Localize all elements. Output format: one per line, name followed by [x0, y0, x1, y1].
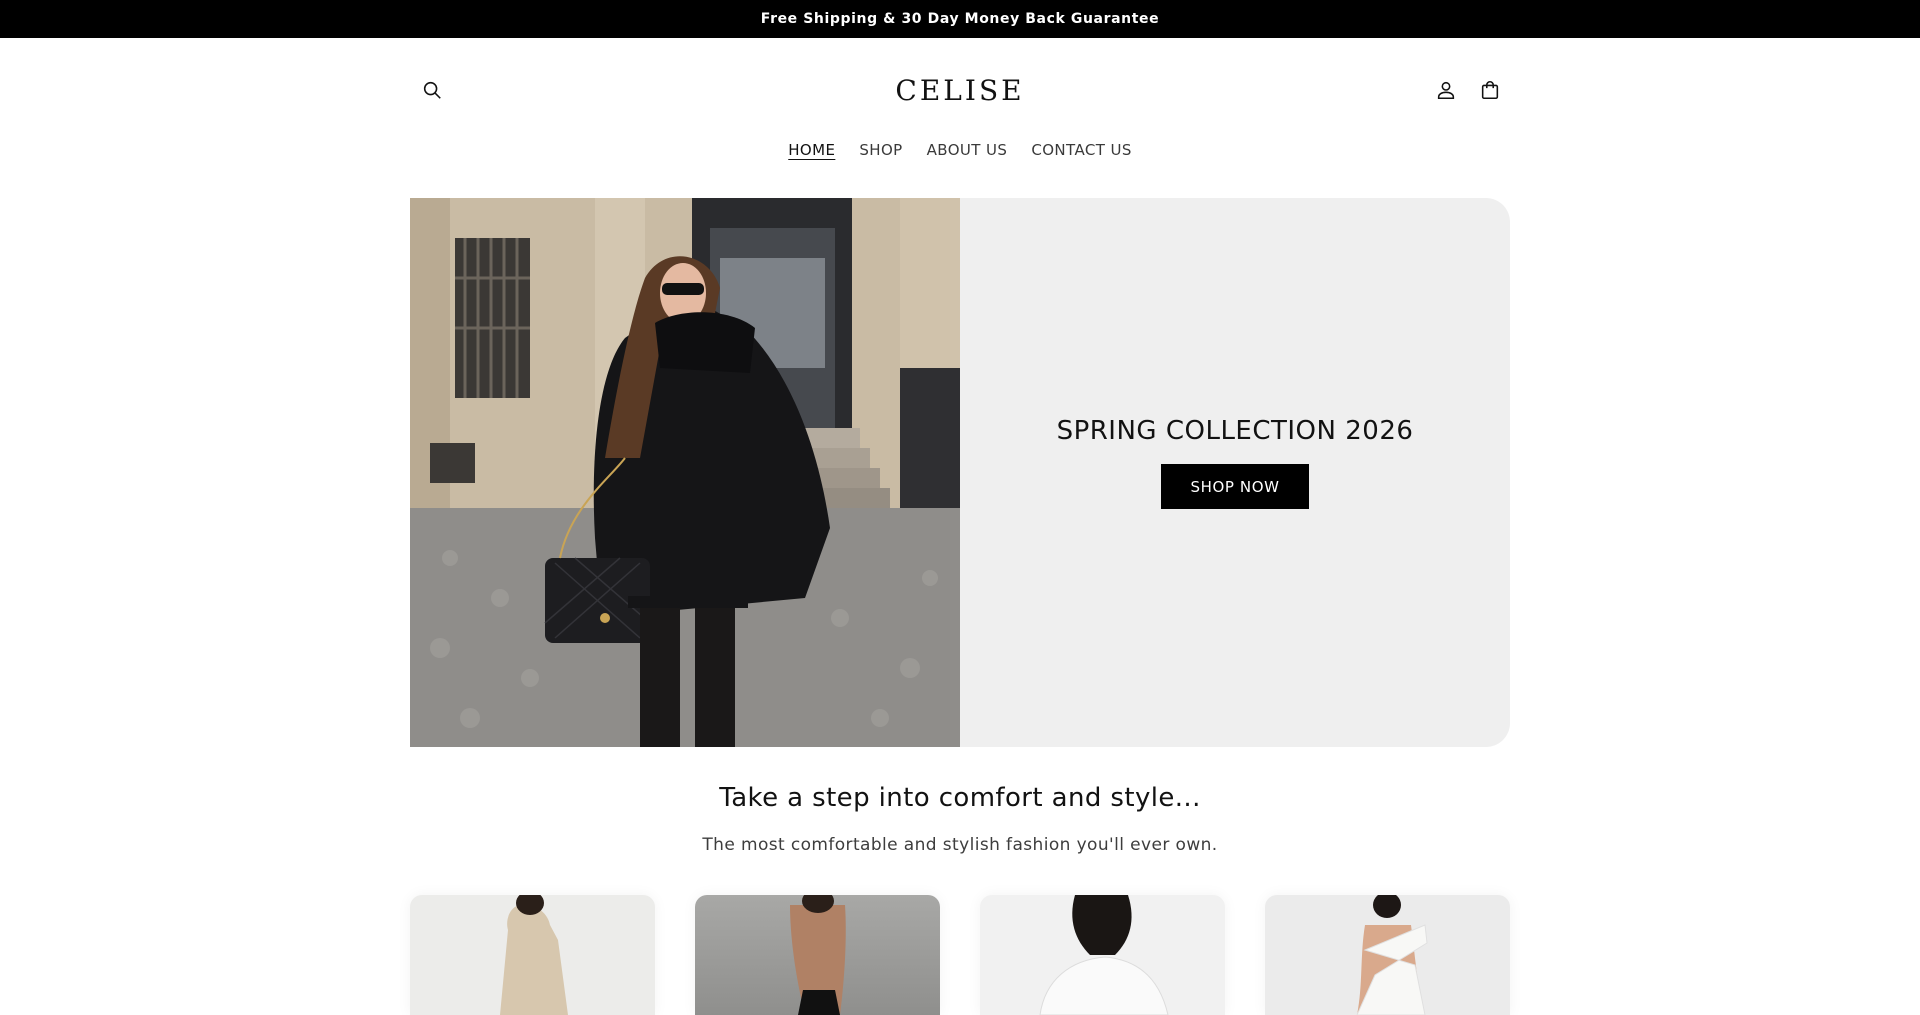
- hero-title: SPRING COLLECTION 2026: [1056, 416, 1414, 446]
- site-header: CELISE HOME SHOP ABOUT US CONTACT US: [0, 38, 1920, 188]
- site-logo[interactable]: CELISE: [895, 74, 1024, 107]
- intro-subheading: The most comfortable and stylish fashion…: [702, 835, 1218, 855]
- product-grid: [410, 895, 1510, 1015]
- announcement-bar: Free Shipping & 30 Day Money Back Guaran…: [0, 0, 1920, 38]
- hero-banner: SPRING COLLECTION 2026 SHOP NOW: [410, 198, 1510, 747]
- product-image: [500, 895, 568, 1015]
- hero-text-panel: SPRING COLLECTION 2026 SHOP NOW: [960, 198, 1510, 747]
- intro-heading: Take a step into comfort and style...: [719, 783, 1201, 813]
- nav-item-about-us[interactable]: ABOUT US: [927, 141, 1008, 159]
- account-button[interactable]: [1424, 68, 1468, 112]
- hero-image: [410, 198, 960, 747]
- cart-button[interactable]: [1468, 68, 1512, 112]
- product-image: [790, 895, 846, 1015]
- search-button[interactable]: [410, 68, 454, 112]
- intro-section: Take a step into comfort and style... Th…: [0, 783, 1920, 855]
- shop-now-button[interactable]: SHOP NOW: [1161, 464, 1309, 509]
- product-card[interactable]: [410, 895, 655, 1015]
- user-icon: [1437, 81, 1455, 100]
- product-image: [1356, 895, 1428, 1015]
- nav-item-shop[interactable]: SHOP: [859, 141, 902, 159]
- product-image: [1039, 895, 1169, 1015]
- product-card[interactable]: [1265, 895, 1510, 1015]
- hero-photo-illustration: [410, 198, 960, 747]
- search-icon: [423, 81, 441, 99]
- product-card[interactable]: [695, 895, 940, 1015]
- product-card[interactable]: [980, 895, 1225, 1015]
- nav-item-contact-us[interactable]: CONTACT US: [1031, 141, 1131, 159]
- main-nav: HOME SHOP ABOUT US CONTACT US: [410, 141, 1510, 159]
- announcement-text: Free Shipping & 30 Day Money Back Guaran…: [760, 11, 1160, 27]
- shopping-bag-icon: [1481, 81, 1499, 100]
- nav-item-home[interactable]: HOME: [788, 141, 835, 159]
